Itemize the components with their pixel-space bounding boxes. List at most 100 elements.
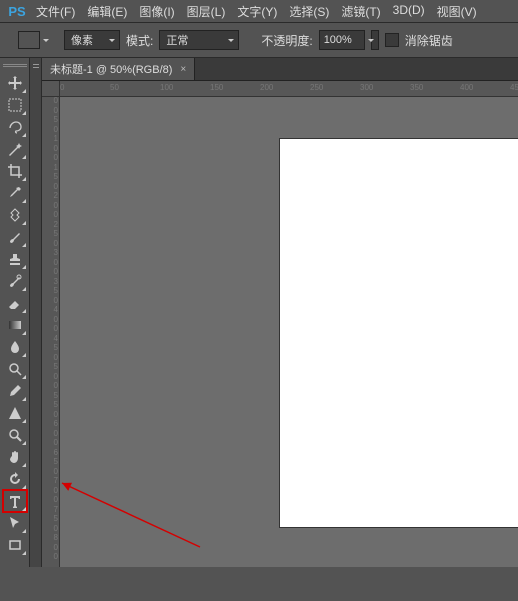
shape-tool[interactable] (3, 402, 27, 424)
ruler-tick: 4 (44, 335, 58, 343)
ruler-tick: 0 (44, 354, 58, 362)
collapsed-panel-tab[interactable] (30, 58, 42, 567)
ruler-tick: 1 (44, 164, 58, 172)
crop-tool[interactable] (3, 160, 27, 182)
canvas[interactable] (280, 139, 518, 527)
ruler-tick: 0 (44, 211, 58, 219)
ruler-tick: 0 (44, 487, 58, 495)
ruler-tick: 5 (44, 363, 58, 371)
rectangle-tool[interactable] (3, 534, 27, 556)
ruler-tick: 0 (44, 525, 58, 533)
gradient-tool[interactable] (3, 314, 27, 336)
ruler-tick: 0 (44, 97, 58, 105)
ruler-tick: 0 (44, 268, 58, 276)
tool-preset-picker[interactable] (18, 31, 40, 49)
ruler-tick: 3 (44, 278, 58, 286)
ruler-tick: 0 (44, 325, 58, 333)
ruler-tick: 4 (44, 306, 58, 314)
ruler-tick: 8 (44, 534, 58, 542)
ruler-tick: 0 (44, 202, 58, 210)
ruler-tick: 300 (360, 83, 373, 92)
rotate-tool[interactable] (3, 468, 27, 490)
path-select-tool[interactable] (3, 512, 27, 534)
antialias-checkbox[interactable] (385, 33, 399, 47)
heal-tool[interactable] (3, 204, 27, 226)
move-tool[interactable] (3, 72, 27, 94)
menu-item[interactable]: 文字(Y) (231, 3, 283, 20)
stamp-tool[interactable] (3, 248, 27, 270)
brush-tool[interactable] (3, 226, 27, 248)
ruler-tick: 0 (44, 297, 58, 305)
ruler-tick: 0 (44, 439, 58, 447)
document-tab-title: 未标题-1 @ 50%(RGB/8) (50, 61, 172, 77)
ruler-tick: 6 (44, 420, 58, 428)
ruler-tick: 7 (44, 477, 58, 485)
type-tool[interactable] (3, 490, 27, 512)
ruler-tick: 6 (44, 449, 58, 457)
close-icon[interactable]: × (180, 64, 186, 75)
ruler-tick: 0 (44, 468, 58, 476)
hand-tool[interactable] (3, 446, 27, 468)
ruler-tick: 0 (44, 183, 58, 191)
ruler-tick: 0 (44, 154, 58, 162)
ruler-tick: 0 (60, 83, 64, 92)
panel-grip[interactable] (3, 62, 27, 68)
dodge-tool[interactable] (3, 358, 27, 380)
ruler-tick: 50 (110, 83, 119, 92)
ruler-tick: 100 (160, 83, 173, 92)
menu-item[interactable]: 视图(V) (431, 3, 483, 20)
blur-tool[interactable] (3, 336, 27, 358)
ruler-tick: 0 (44, 259, 58, 267)
mode-dropdown[interactable]: 正常 (159, 30, 239, 50)
ruler-tick: 0 (44, 240, 58, 248)
menu-item[interactable]: 文件(F) (30, 3, 81, 20)
document-tab[interactable]: 未标题-1 @ 50%(RGB/8) × (42, 58, 195, 80)
annotation-arrow (60, 477, 240, 560)
ruler-tick: 0 (44, 553, 58, 561)
eyedropper-tool[interactable] (3, 182, 27, 204)
unit-dropdown[interactable]: 像素 (64, 30, 120, 50)
eraser-tool[interactable] (3, 292, 27, 314)
ruler-tick: 0 (44, 382, 58, 390)
vertical-ruler[interactable]: 0050100150200250300350400450500550600650… (42, 97, 60, 567)
canvas-viewport[interactable] (60, 97, 518, 567)
menu-item[interactable]: 3D(D) (387, 3, 431, 20)
menu-item[interactable]: 选择(S) (283, 3, 335, 20)
ruler-tick: 0 (44, 430, 58, 438)
ruler-tick: 7 (44, 506, 58, 514)
ruler-tick: 5 (44, 458, 58, 466)
marquee-tool[interactable] (3, 94, 27, 116)
ruler-tick: 2 (44, 221, 58, 229)
ruler-tick: 5 (44, 392, 58, 400)
wand-tool[interactable] (3, 138, 27, 160)
lasso-tool[interactable] (3, 116, 27, 138)
ruler-tick: 450 (510, 83, 518, 92)
opacity-slider-toggle[interactable] (371, 30, 379, 50)
menu-item[interactable]: 图像(I) (133, 3, 180, 20)
opacity-input[interactable]: 100% (319, 30, 365, 50)
ruler-tick: 0 (44, 126, 58, 134)
ruler-tick: 2 (44, 192, 58, 200)
ruler-tick: 5 (44, 287, 58, 295)
menu-item[interactable]: 图层(L) (181, 3, 232, 20)
ruler-tick: 5 (44, 116, 58, 124)
ruler-tick: 250 (310, 83, 323, 92)
ruler-origin[interactable] (42, 81, 60, 97)
ruler-tick: 0 (44, 544, 58, 552)
ruler-tick: 1 (44, 135, 58, 143)
ruler-tick: 3 (44, 249, 58, 257)
ruler-tick: 0 (44, 496, 58, 504)
ruler-tick: 400 (460, 83, 473, 92)
menu-item[interactable]: 编辑(E) (81, 3, 133, 20)
mode-label: 模式: (126, 32, 153, 49)
ruler-tick: 5 (44, 173, 58, 181)
zoom-tool[interactable] (3, 424, 27, 446)
horizontal-ruler[interactable]: 050100150200250300350400450 (60, 81, 518, 97)
opacity-label: 不透明度: (261, 32, 312, 49)
antialias-label: 消除锯齿 (405, 32, 453, 49)
ruler-tick: 5 (44, 230, 58, 238)
history-brush-tool[interactable] (3, 270, 27, 292)
menu-item[interactable]: 滤镜(T) (335, 3, 386, 20)
ruler-tick: 5 (44, 344, 58, 352)
pen-tool[interactable] (3, 380, 27, 402)
